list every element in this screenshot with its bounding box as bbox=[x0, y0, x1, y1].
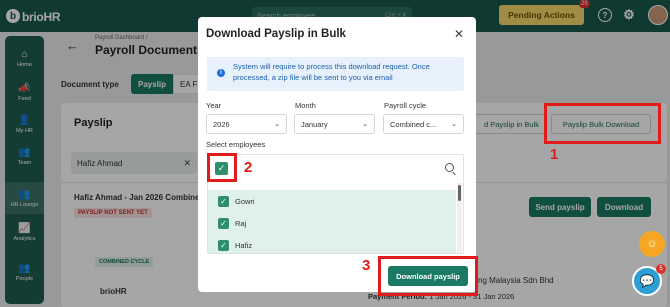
annotation-box-1 bbox=[544, 103, 661, 144]
year-select[interactable]: 2026 ⌄ bbox=[206, 114, 287, 134]
month-select[interactable]: January ⌄ bbox=[294, 114, 375, 134]
employee-name: Raj bbox=[235, 219, 247, 228]
month-value: January bbox=[301, 119, 328, 129]
payroll-cycle-label: Payroll cycle bbox=[384, 101, 427, 110]
employee-name: Hafiz bbox=[235, 241, 253, 250]
employee-search-input[interactable] bbox=[234, 162, 458, 176]
info-text: System will require to process this down… bbox=[233, 62, 430, 82]
chat-icon: 💬 bbox=[639, 274, 655, 288]
checkbox-checked-icon[interactable]: ✓ bbox=[218, 218, 229, 229]
annotation-number-2: 2 bbox=[244, 159, 253, 176]
annotation-box-2 bbox=[207, 153, 237, 182]
scrollbar-thumb[interactable] bbox=[458, 185, 461, 201]
annotation-number-1: 1 bbox=[550, 146, 559, 163]
person-icon: ☺ bbox=[646, 238, 658, 250]
checkbox-checked-icon[interactable]: ✓ bbox=[218, 196, 229, 207]
list-item[interactable]: ✓ Hafiz bbox=[218, 240, 252, 251]
month-label: Month bbox=[295, 101, 316, 110]
chat-badge: 5 bbox=[656, 264, 666, 274]
chevron-down-icon: ⌄ bbox=[451, 121, 457, 128]
select-employees-label: Select employees bbox=[206, 140, 266, 149]
chevron-down-icon: ⌄ bbox=[274, 121, 280, 128]
cycle-value: Combined c... bbox=[390, 119, 437, 129]
checkbox-checked-icon[interactable]: ✓ bbox=[218, 240, 229, 251]
search-icon bbox=[445, 163, 454, 172]
chevron-down-icon: ⌄ bbox=[362, 121, 368, 128]
list-item[interactable]: ✓ Raj bbox=[218, 218, 246, 229]
quick-action-button[interactable]: ☺ bbox=[639, 231, 665, 257]
employee-list: ✓ Gowri ✓ Raj ✓ Hafiz bbox=[208, 190, 456, 253]
close-icon[interactable]: ✕ bbox=[454, 27, 464, 41]
year-label: Year bbox=[206, 101, 222, 110]
modal-title: Download Payslip in Bulk bbox=[206, 28, 346, 40]
employee-name: Gowri bbox=[235, 197, 255, 206]
year-value: 2026 bbox=[213, 119, 230, 129]
annotation-number-3: 3 bbox=[362, 257, 371, 274]
annotation-box-3 bbox=[378, 256, 478, 296]
info-icon: i bbox=[217, 69, 225, 77]
payroll-cycle-select[interactable]: Combined c... ⌄ bbox=[383, 114, 464, 134]
list-item[interactable]: ✓ Gowri bbox=[218, 196, 255, 207]
